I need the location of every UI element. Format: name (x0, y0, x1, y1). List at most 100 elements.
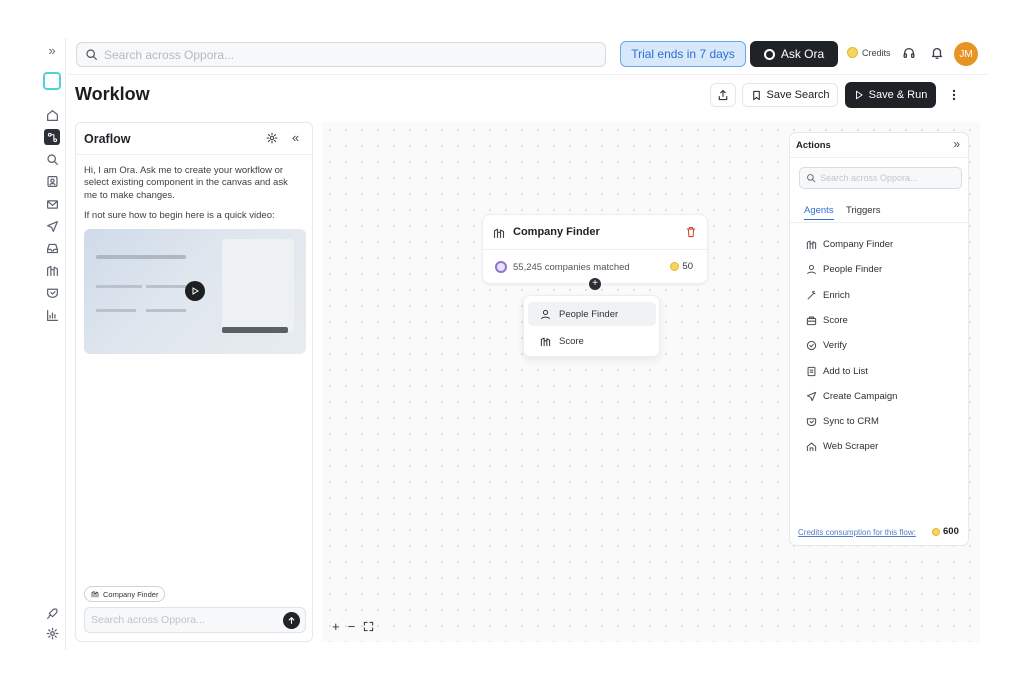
credits-consumption-link[interactable]: Credits consumption for this flow: (798, 528, 916, 537)
video-text-shape (96, 285, 142, 288)
left-rail: » (38, 38, 66, 650)
popup-item-people-finder[interactable]: People Finder (528, 302, 656, 326)
agent-sync-to-crm[interactable]: Sync to CRM (806, 414, 879, 428)
app-logo-icon[interactable] (43, 72, 61, 90)
more-vertical-icon (952, 89, 956, 101)
inbox-icon[interactable] (44, 240, 60, 256)
page-title: Worklow (75, 84, 150, 104)
actions-panel: Actions » Agents Triggers Company Finder… (789, 132, 969, 546)
more-options-button[interactable] (944, 84, 964, 106)
trial-banner-button[interactable]: Trial ends in 7 days (620, 41, 746, 67)
ora-logo-icon (763, 48, 775, 60)
global-search[interactable] (76, 42, 606, 67)
context-chip[interactable]: Company Finder (84, 586, 166, 602)
video-text-shape (146, 309, 186, 312)
actions-search-input[interactable] (820, 173, 960, 183)
header-divider (68, 74, 988, 75)
rocket-icon[interactable] (44, 605, 60, 621)
play-button[interactable] (185, 281, 205, 301)
ora-chat-field[interactable] (91, 614, 281, 626)
zoom-in-button[interactable]: + (332, 619, 340, 634)
home-icon[interactable] (44, 107, 60, 123)
send-icon[interactable] (44, 218, 60, 234)
agent-verify[interactable]: Verify (806, 338, 847, 352)
video-form-shape (222, 239, 294, 333)
tab-triggers[interactable]: Triggers (846, 205, 881, 216)
bell-icon[interactable] (930, 46, 946, 62)
search-icon (85, 48, 98, 61)
building-icon (91, 590, 99, 598)
save-and-run-button[interactable]: Save & Run (845, 82, 936, 108)
bookmark-icon (751, 90, 762, 101)
coin-icon (670, 262, 680, 271)
person-icon (540, 309, 551, 320)
ask-ora-button[interactable]: Ask Ora (750, 41, 838, 67)
collapse-panel-button[interactable]: « (292, 130, 299, 145)
trash-icon[interactable] (685, 226, 697, 238)
agent-company-finder[interactable]: Company Finder (806, 237, 893, 251)
gear-icon[interactable] (44, 625, 60, 641)
wand-icon (806, 290, 817, 301)
crm-icon (806, 416, 817, 427)
agent-score[interactable]: Score (806, 313, 848, 327)
oraflow-panel: Oraflow « Hi, I am Ora. Ask me to create… (75, 122, 313, 642)
credits-consumption-value: 600 (932, 526, 959, 537)
contacts-icon[interactable] (44, 173, 60, 189)
upload-icon (717, 89, 729, 101)
companies-icon[interactable] (44, 262, 60, 278)
tabs-divider (790, 222, 968, 223)
export-button[interactable] (710, 83, 736, 107)
ora-intro-text: Hi, I am Ora. Ask me to create your work… (84, 165, 288, 201)
fit-screen-icon[interactable] (363, 621, 374, 632)
global-search-input[interactable] (104, 47, 584, 62)
mail-icon[interactable] (44, 196, 60, 212)
zoom-out-button[interactable]: − (348, 619, 356, 634)
provider-logo-icon (495, 261, 507, 273)
list-icon (806, 366, 817, 377)
coin-icon (932, 527, 940, 536)
expand-rail-button[interactable]: » (44, 42, 60, 58)
person-icon (806, 264, 817, 275)
agent-add-to-list[interactable]: Add to List (806, 364, 868, 378)
add-step-popup: People Finder Score (523, 295, 660, 357)
gear-icon[interactable] (266, 132, 278, 144)
actions-title: Actions (796, 140, 831, 151)
node-credit-cost: 50 (670, 261, 693, 272)
video-text-shape (96, 309, 136, 312)
company-finder-node[interactable]: Company Finder 55,245 companies matched … (482, 214, 708, 284)
video-text-shape (146, 285, 186, 288)
node-title: Company Finder (513, 226, 600, 238)
save-search-button[interactable]: Save Search (742, 83, 838, 107)
actions-divider (790, 157, 968, 158)
avatar[interactable]: JM (954, 42, 978, 66)
popup-item-score[interactable]: Score (528, 329, 656, 353)
collapse-actions-button[interactable]: » (953, 137, 960, 151)
send-button[interactable] (283, 612, 300, 629)
add-step-button[interactable]: + (589, 278, 601, 290)
ora-hint-text: If not sure how to begin here is a quick… (84, 210, 275, 221)
agent-web-scraper[interactable]: Web Scraper (806, 439, 878, 453)
analytics-icon[interactable] (44, 307, 60, 323)
check-circle-icon (806, 340, 817, 351)
scraper-icon (806, 441, 817, 452)
ora-chat-input[interactable] (84, 607, 306, 633)
node-divider (483, 249, 707, 250)
agent-enrich[interactable]: Enrich (806, 288, 850, 302)
credits-indicator[interactable]: Credits (847, 47, 891, 58)
tab-agents[interactable]: Agents (804, 205, 834, 220)
workflow-icon[interactable] (44, 129, 60, 145)
agent-people-finder[interactable]: People Finder (806, 262, 882, 276)
search-icon[interactable] (44, 151, 60, 167)
coin-icon (847, 47, 858, 58)
zoom-controls: + − (332, 619, 374, 634)
tutorial-video-thumbnail[interactable] (84, 229, 306, 354)
headset-icon[interactable] (902, 46, 918, 62)
crm-icon[interactable] (44, 284, 60, 300)
agent-create-campaign[interactable]: Create Campaign (806, 389, 897, 403)
score-icon (806, 315, 817, 326)
video-heading-shape (96, 255, 186, 259)
node-matched-count: 55,245 companies matched (513, 262, 630, 273)
actions-search[interactable] (799, 167, 962, 189)
score-icon (540, 336, 551, 347)
search-icon (806, 173, 816, 183)
